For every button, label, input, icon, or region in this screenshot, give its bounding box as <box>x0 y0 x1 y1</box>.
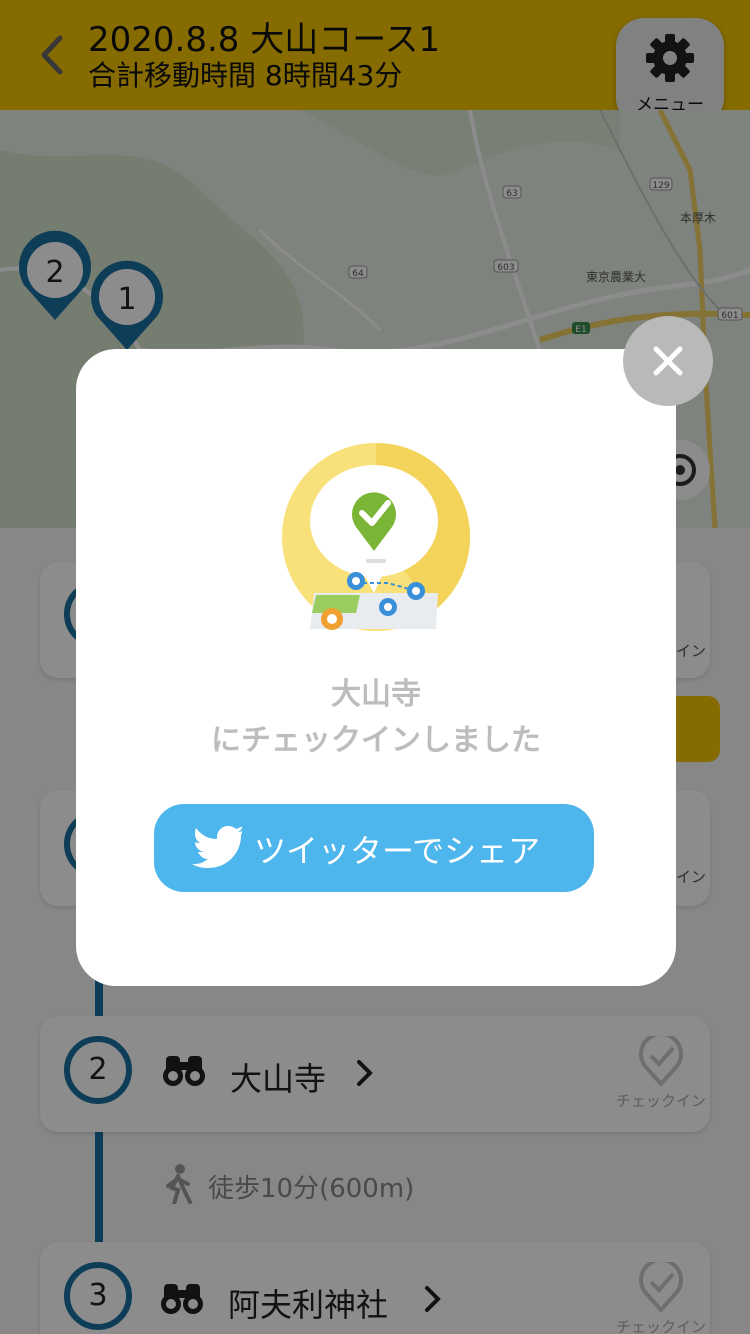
checkin-message: にチェックインしました <box>211 723 541 758</box>
checkin-modal: 大山寺 にチェックインしました ツイッターでシェア <box>76 349 676 986</box>
close-icon <box>653 346 683 376</box>
checkin-illustration <box>282 443 470 631</box>
checked-in-spot-name: 大山寺 <box>331 677 421 712</box>
twitter-share-label: ツイッターでシェア <box>254 832 541 870</box>
twitter-bird-icon <box>192 826 242 868</box>
close-modal-button[interactable] <box>623 316 713 406</box>
twitter-share-button[interactable]: ツイッターでシェア <box>154 804 594 892</box>
